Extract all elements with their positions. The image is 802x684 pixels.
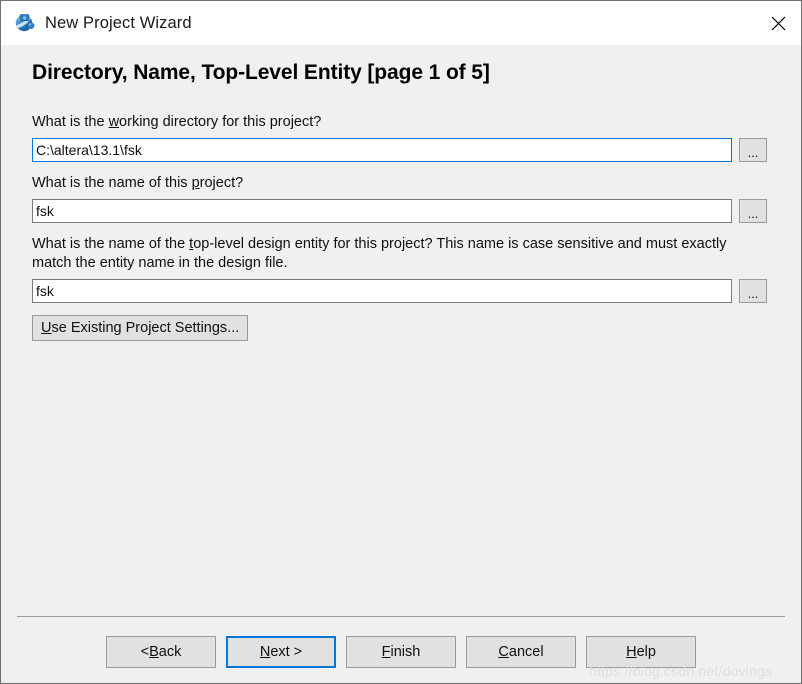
top-level-entity-browse-button[interactable]: ... [739,279,767,303]
next-button[interactable]: Next > [226,636,336,668]
top-level-entity-row: ... [32,279,772,303]
cancel-button[interactable]: Cancel [466,636,576,668]
finish-button[interactable]: Finish [346,636,456,668]
back-button[interactable]: < Back [106,636,216,668]
dialog-button-bar: < Back Next > Finish Cancel Help [1,636,801,676]
project-name-row: ... [32,199,772,223]
working-directory-label: What is the working directory for this p… [32,114,322,130]
help-button[interactable]: Help [586,636,696,668]
working-directory-browse-button[interactable]: ... [739,138,767,162]
footer-divider [17,616,785,617]
title-bar: II New Project Wizard [1,1,801,45]
svg-text:II: II [23,15,26,20]
page-title: Directory, Name, Top-Level Entity [page … [32,61,490,84]
quartus-globe-icon: II [14,12,36,34]
close-icon[interactable] [755,1,801,45]
top-level-entity-input[interactable] [32,279,732,303]
working-directory-input[interactable] [32,138,732,162]
window-title: New Project Wizard [45,13,192,32]
use-existing-project-settings-button[interactable]: Use Existing Project Settings... [32,315,249,341]
dialog-body: Directory, Name, Top-Level Entity [page … [1,45,801,683]
form-area: What is the working directory for this p… [32,113,772,341]
project-name-label: What is the name of this project? [32,175,244,191]
new-project-wizard-dialog: II New Project Wizard Directory, Name, T… [0,0,802,684]
project-name-browse-button[interactable]: ... [739,199,767,223]
project-name-input[interactable] [32,199,732,223]
working-directory-row: ... [32,138,772,162]
top-level-entity-label: What is the name of the top-level design… [32,236,727,271]
